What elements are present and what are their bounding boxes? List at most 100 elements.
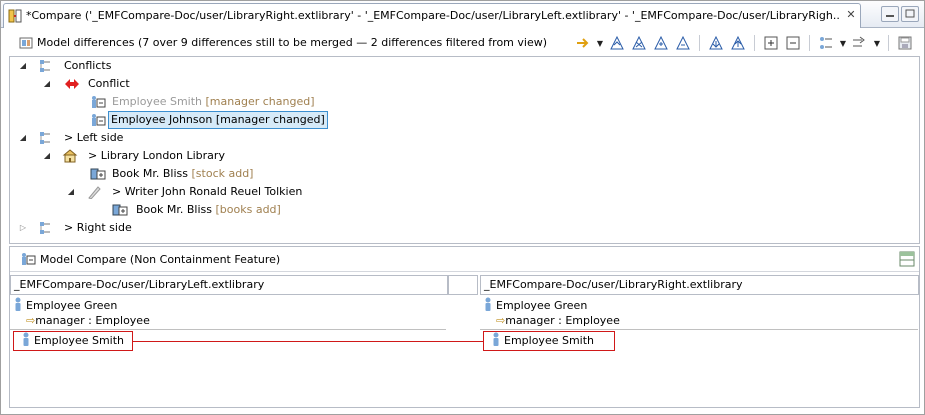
save-icon[interactable] <box>896 34 914 52</box>
tree-label: > Library London Library <box>88 147 225 165</box>
library-label: Library London Library <box>100 149 225 162</box>
editor-tab-bar: *Compare ('_EMFCompare-Doc/user/LibraryR… <box>1 1 924 28</box>
reject-change-icon[interactable] <box>630 34 648 52</box>
differences-tree: ◢ Conflicts ◢ Conflict Employee Smith [m… <box>9 56 920 244</box>
writer-label: Writer John Ronald Reuel Tolkien <box>124 185 303 198</box>
toolbar-separator <box>888 35 889 51</box>
accept-all-icon[interactable] <box>652 34 670 52</box>
chevron-down-icon[interactable]: ▼ <box>873 34 881 52</box>
right-manager-feature[interactable]: ⇨manager : Employee <box>496 313 620 329</box>
book-name: Book Mr. Bliss <box>136 203 212 216</box>
side-prefix: > <box>64 131 74 144</box>
viewer-header: Model Compare (Non Containment Feature) <box>10 247 919 272</box>
group-icon <box>40 222 50 234</box>
change-tag: [books add] <box>215 203 281 216</box>
tree-item-book-bliss-stock[interactable]: Book Mr. Bliss [stock add] <box>10 165 910 183</box>
expanded-twisty-icon[interactable]: ◢ <box>42 75 52 93</box>
tree-item-conflicts[interactable]: ◢ Conflicts <box>10 57 910 75</box>
tree-item-book-bliss-books[interactable]: Book Mr. Bliss [books add] <box>10 201 910 219</box>
group-icon <box>40 60 50 72</box>
side-prefix: > <box>64 221 74 234</box>
content-merge-viewer: Model Compare (Non Containment Feature) … <box>9 246 920 408</box>
tree-item-employee-smith[interactable]: Employee Smith [manager changed] <box>10 93 910 111</box>
tree-item-conflict[interactable]: ◢ Conflict <box>10 75 910 93</box>
tree-item-employee-johnson[interactable]: Employee Johnson [manager changed] <box>10 111 910 129</box>
expanded-twisty-icon[interactable]: ◢ <box>66 183 76 201</box>
reference-arrow-icon: ⇨ <box>496 314 506 327</box>
chevron-down-icon[interactable]: ▼ <box>839 34 847 52</box>
toolbar-separator <box>699 35 700 51</box>
book-add-icon <box>90 168 106 180</box>
filter-icon[interactable] <box>851 34 869 52</box>
right-divider <box>480 329 918 330</box>
writer-icon <box>88 186 101 199</box>
previous-difference-icon[interactable] <box>729 34 747 52</box>
tree-item-right-side[interactable]: ▷ > Right side <box>10 219 910 237</box>
library-icon <box>62 149 78 163</box>
employee-icon <box>15 297 21 311</box>
employee-icon <box>485 297 491 311</box>
toolbar-separator <box>809 35 810 51</box>
tree-item-writer[interactable]: ◢ > Writer John Ronald Reuel Tolkien <box>10 183 910 201</box>
expanded-twisty-icon[interactable]: ◢ <box>18 57 28 75</box>
item-label: Employee Green <box>496 299 588 312</box>
change-tag: [manager changed] <box>205 95 315 108</box>
expand-all-icon[interactable] <box>762 34 780 52</box>
left-employee-smith[interactable]: Employee Smith <box>13 331 133 351</box>
right-employee-green[interactable]: Employee Green <box>484 297 587 313</box>
minimize-button[interactable] <box>881 6 899 22</box>
tree-label: > Left side <box>64 129 123 147</box>
book-add-icon <box>112 204 128 216</box>
viewer-title: Model Compare (Non Containment Feature) <box>40 253 281 266</box>
reject-all-icon[interactable] <box>674 34 692 52</box>
item-label: manager : Employee <box>35 314 150 327</box>
tree-label: Conflict <box>88 77 130 90</box>
group-by-icon[interactable] <box>817 34 835 52</box>
book-name: Book Mr. Bliss <box>112 167 188 180</box>
next-difference-icon[interactable] <box>707 34 725 52</box>
minimize-icon <box>886 15 894 17</box>
toolbar-buttons: ▼ ▼ ▼ <box>574 34 914 52</box>
tab-title: *Compare ('_EMFCompare-Doc/user/LibraryR… <box>26 9 841 22</box>
right-employee-smith[interactable]: Employee Smith <box>483 331 615 351</box>
model-differences-icon <box>19 37 33 49</box>
diff-connector-line <box>132 341 484 342</box>
maximize-icon <box>905 9 915 18</box>
accept-change-icon[interactable] <box>608 34 626 52</box>
compare-editor-tab[interactable]: *Compare ('_EMFCompare-Doc/user/LibraryR… <box>3 3 861 28</box>
merge-direction-icon[interactable] <box>574 34 592 52</box>
tree-label: Book Mr. Bliss [stock add] <box>112 165 253 183</box>
left-model-path: _EMFCompare-Doc/user/LibraryLeft.extlibr… <box>10 275 448 295</box>
close-icon[interactable]: ✕ <box>844 8 858 22</box>
right-model-path: _EMFCompare-Doc/user/LibraryRight.extlib… <box>480 275 919 295</box>
left-employee-green[interactable]: Employee Green <box>14 297 117 313</box>
maximize-button[interactable] <box>901 6 919 22</box>
collapsed-twisty-icon[interactable]: ▷ <box>18 219 28 237</box>
employee-icon <box>23 332 29 346</box>
tree-item-library[interactable]: ◢ > Library London Library <box>10 147 910 165</box>
differences-summary: Model differences (7 over 9 differences … <box>37 36 548 49</box>
left-manager-feature[interactable]: ⇨manager : Employee <box>26 313 150 329</box>
compare-editor: *Compare ('_EMFCompare-Doc/user/LibraryR… <box>0 0 925 415</box>
change-tag: [stock add] <box>191 167 254 180</box>
side-label: Right side <box>76 221 132 234</box>
reference-arrow-icon: ⇨ <box>26 314 36 327</box>
model-compare-icon <box>22 253 36 265</box>
expanded-twisty-icon[interactable]: ◢ <box>42 147 52 165</box>
side-label: Left side <box>76 131 124 144</box>
tree-label: Employee Smith [manager changed] <box>112 93 315 111</box>
employee-change-icon <box>92 96 106 108</box>
chevron-down-icon[interactable]: ▼ <box>596 34 604 52</box>
tree-label-selected: Employee Johnson [manager changed] <box>108 111 328 129</box>
toolbar-separator <box>754 35 755 51</box>
center-gutter-header <box>448 275 478 295</box>
tree-label: > Right side <box>64 219 132 237</box>
tree-label: Book Mr. Bliss [books add] <box>136 201 281 219</box>
left-divider <box>10 329 446 330</box>
group-icon <box>40 132 50 144</box>
expanded-twisty-icon[interactable]: ◢ <box>18 129 28 147</box>
layout-toggle-icon[interactable] <box>899 251 915 267</box>
collapse-all-icon[interactable] <box>784 34 802 52</box>
tree-item-left-side[interactable]: ◢ > Left side <box>10 129 910 147</box>
conflict-icon <box>65 79 79 89</box>
